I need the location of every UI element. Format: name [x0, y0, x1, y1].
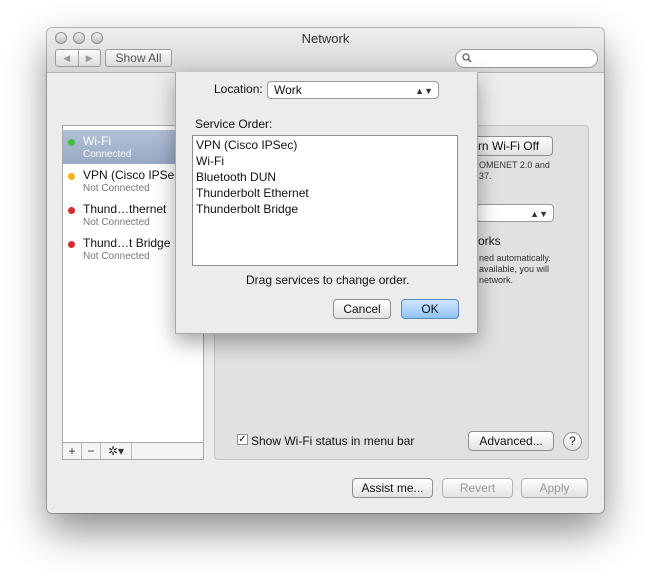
list-item[interactable]: Bluetooth DUN: [196, 170, 276, 184]
service-status: Connected: [83, 149, 132, 160]
service-list-toolbar: + − ✲▾: [62, 442, 204, 460]
info-text: ned automatically.: [479, 253, 551, 263]
cancel-button[interactable]: Cancel: [333, 299, 391, 319]
search-field[interactable]: [455, 49, 598, 68]
service-status: Not Connected: [83, 217, 150, 228]
gear-icon[interactable]: ✲▾: [101, 443, 132, 459]
service-order-list[interactable]: VPN (Cisco IPSec) Wi-Fi Bluetooth DUN Th…: [192, 135, 458, 266]
status-indicator: [68, 241, 75, 248]
revert-button[interactable]: Revert: [442, 478, 513, 498]
search-icon: [462, 53, 472, 66]
service-name: VPN (Cisco IPSec): [83, 168, 185, 182]
add-service-button[interactable]: +: [63, 443, 82, 459]
assist-me-button[interactable]: Assist me...: [352, 478, 433, 498]
show-wifi-status-checkbox[interactable]: ✓: [237, 434, 248, 445]
apply-button[interactable]: Apply: [521, 478, 588, 498]
location-value: Work: [274, 83, 302, 97]
window-title: Network: [301, 31, 350, 46]
service-name: Thund…t Bridge: [83, 236, 171, 250]
remove-service-button[interactable]: −: [82, 443, 101, 459]
back-arrow-icon[interactable]: ◀: [56, 50, 78, 66]
location-label: Location:: [214, 82, 263, 96]
back-forward-control: ◀ ▶: [55, 49, 101, 67]
list-item[interactable]: Wi-Fi: [196, 154, 224, 168]
help-button[interactable]: ?: [563, 432, 582, 451]
service-status: Not Connected: [83, 251, 150, 262]
network-preferences-window: Network ◀ ▶ Show All Wi-Fi Connected VPN…: [47, 28, 604, 513]
service-name: Wi-Fi: [83, 134, 111, 148]
list-item[interactable]: Thunderbolt Ethernet: [196, 186, 309, 200]
networks-heading: orks: [478, 234, 501, 248]
chevron-updown-icon: ▲▼: [530, 209, 548, 219]
status-indicator: [68, 207, 75, 214]
show-wifi-status-label: Show Wi-Fi status in menu bar: [251, 434, 415, 448]
status-indicator: [68, 139, 75, 146]
info-text: network.: [479, 275, 514, 285]
service-order-sheet: Location: Work ▲▼ Service Order: VPN (Ci…: [175, 72, 478, 334]
service-status: Not Connected: [83, 183, 150, 194]
ok-button[interactable]: OK: [401, 299, 459, 319]
drag-hint: Drag services to change order.: [246, 273, 410, 287]
show-all-button[interactable]: Show All: [105, 49, 172, 67]
service-name: Thund…thernet: [83, 202, 167, 216]
info-text: available, you will: [479, 264, 550, 274]
service-order-label: Service Order:: [195, 117, 273, 131]
list-item[interactable]: VPN (Cisco IPSec): [196, 138, 297, 152]
location-popup[interactable]: Work ▲▼: [267, 81, 439, 99]
status-text: OMENET 2.0 and: [479, 160, 550, 170]
list-item[interactable]: Thunderbolt Bridge: [196, 202, 298, 216]
status-indicator: [68, 173, 75, 180]
advanced-button[interactable]: Advanced...: [468, 431, 554, 451]
status-text: 37.: [479, 171, 492, 181]
forward-arrow-icon[interactable]: ▶: [77, 50, 101, 66]
titlebar: Network ◀ ▶ Show All: [47, 28, 604, 73]
chevron-updown-icon: ▲▼: [415, 86, 433, 96]
network-name-popup[interactable]: ▲▼: [476, 204, 554, 222]
